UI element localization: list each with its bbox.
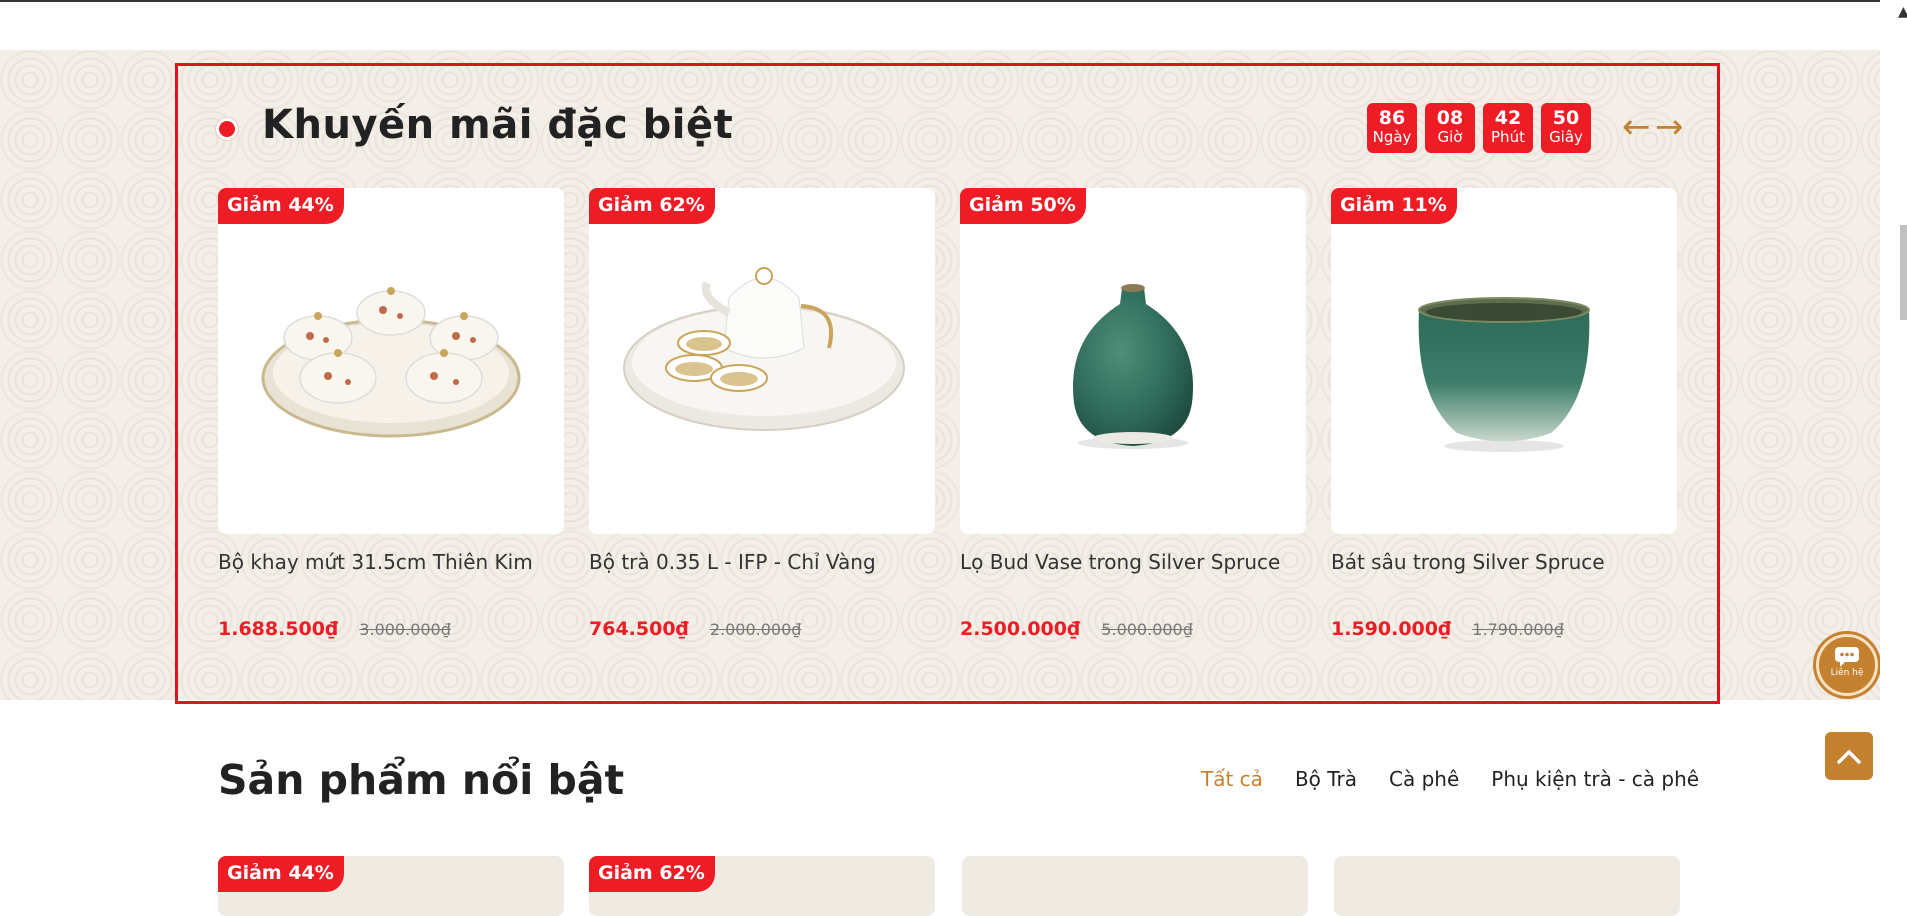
product-prices: 1.590.000₫ 1.790.000₫ — [1331, 618, 1564, 640]
sale-price: 2.500.000₫ — [960, 618, 1081, 640]
sale-price: 1.590.000₫ — [1331, 618, 1452, 640]
product-image[interactable]: Giảm 11% — [1331, 188, 1677, 534]
countdown-value: 50 — [1552, 107, 1580, 129]
product-card[interactable]: Giảm 44% Bộ khay mứt 31.5cm Thiên Kim 1.… — [218, 188, 564, 640]
countdown-timer: 86 Ngày 08 Giờ 42 Phút 50 Giây — [1367, 103, 1591, 153]
top-header-area — [0, 2, 1880, 50]
product-prices: 1.688.500₫ 3.000.000₫ — [218, 618, 451, 640]
featured-product-card[interactable] — [962, 856, 1308, 916]
countdown-unit: Ngày — [1372, 128, 1412, 146]
product-name[interactable]: Bộ khay mứt 31.5cm Thiên Kim — [218, 550, 533, 574]
countdown-seconds: 50 Giây — [1541, 103, 1591, 153]
back-to-top-button[interactable] — [1825, 732, 1873, 780]
featured-product-card[interactable] — [1334, 856, 1680, 916]
product-image[interactable]: Giảm 44% — [218, 188, 564, 534]
product-card[interactable]: Giảm 50% Lọ Bud Vase trong Silver Spruce… — [960, 188, 1306, 640]
featured-filter-tabs: Tất cả Bộ Trà Cà phê Phụ kiện trà - cà p… — [1201, 767, 1699, 791]
discount-badge: Giảm 44% — [218, 188, 344, 224]
discount-badge: Giảm 44% — [218, 856, 344, 892]
chevron-up-icon — [1837, 750, 1861, 764]
discount-badge: Giảm 11% — [1331, 188, 1457, 224]
discount-badge: Giảm 62% — [589, 188, 715, 224]
product-image[interactable]: Giảm 50% — [960, 188, 1306, 534]
countdown-days: 86 Ngày — [1367, 103, 1417, 153]
countdown-value: 42 — [1494, 107, 1522, 129]
bud-vase-image — [1072, 284, 1194, 449]
countdown-unit: Phút — [1491, 128, 1525, 146]
countdown-value: 08 — [1436, 107, 1464, 129]
tab-coffee[interactable]: Cà phê — [1389, 767, 1459, 791]
contact-chat-button[interactable]: Liên hệ — [1816, 634, 1878, 696]
product-card[interactable]: Giảm 11% Bát sâu trong Silver Spruce 1.5… — [1331, 188, 1677, 640]
original-price: 3.000.000₫ — [359, 620, 451, 639]
countdown-unit: Giờ — [1437, 128, 1463, 146]
tab-tea-sets[interactable]: Bộ Trà — [1295, 767, 1357, 791]
scrollbar-thumb[interactable] — [1900, 225, 1907, 320]
tray-bowls-image — [261, 287, 521, 438]
page-scrollbar[interactable] — [1880, 0, 1907, 902]
product-image[interactable]: Giảm 62% — [589, 188, 935, 534]
tab-all[interactable]: Tất cả — [1201, 767, 1263, 791]
promo-title: Khuyến mãi đặc biệt — [262, 102, 734, 148]
featured-product-card[interactable]: Giảm 62% — [589, 856, 935, 916]
product-name[interactable]: Bộ trà 0.35 L - IFP - Chỉ Vàng — [589, 550, 876, 574]
featured-product-card[interactable]: Giảm 44% — [218, 856, 564, 916]
product-card[interactable]: Giảm 62% Bộ trà 0.35 L - IFP - Chỉ Vàng … — [589, 188, 935, 640]
tea-set-image — [623, 267, 905, 431]
tab-accessories[interactable]: Phụ kiện trà - cà phê — [1491, 767, 1699, 791]
original-price: 2.000.000₫ — [709, 620, 802, 639]
featured-title: Sản phẩm nổi bật — [218, 756, 625, 804]
countdown-unit: Giây — [1549, 128, 1583, 146]
arrow-left-icon[interactable]: ← — [1622, 110, 1651, 144]
scroll-up-arrow-icon[interactable]: ▲ — [1898, 4, 1907, 20]
deep-bowl-image — [1418, 297, 1590, 452]
promo-title-dot-icon — [216, 118, 238, 140]
product-name[interactable]: Bát sâu trong Silver Spruce — [1331, 550, 1605, 574]
product-prices: 2.500.000₫ 5.000.000₫ — [960, 618, 1193, 640]
original-price: 5.000.000₫ — [1101, 620, 1193, 639]
sale-price: 764.500₫ — [589, 618, 689, 640]
countdown-value: 86 — [1378, 107, 1406, 129]
chat-icon — [1835, 647, 1859, 667]
original-price: 1.790.000₫ — [1472, 620, 1564, 639]
discount-badge: Giảm 62% — [589, 856, 715, 892]
sale-price: 1.688.500₫ — [218, 618, 339, 640]
contact-label: Liên hệ — [1830, 668, 1864, 678]
countdown-minutes: 42 Phút — [1483, 103, 1533, 153]
product-name[interactable]: Lọ Bud Vase trong Silver Spruce — [960, 550, 1280, 574]
discount-badge: Giảm 50% — [960, 188, 1086, 224]
arrow-right-icon[interactable]: → — [1655, 110, 1684, 144]
countdown-hours: 08 Giờ — [1425, 103, 1475, 153]
product-prices: 764.500₫ 2.000.000₫ — [589, 618, 801, 640]
